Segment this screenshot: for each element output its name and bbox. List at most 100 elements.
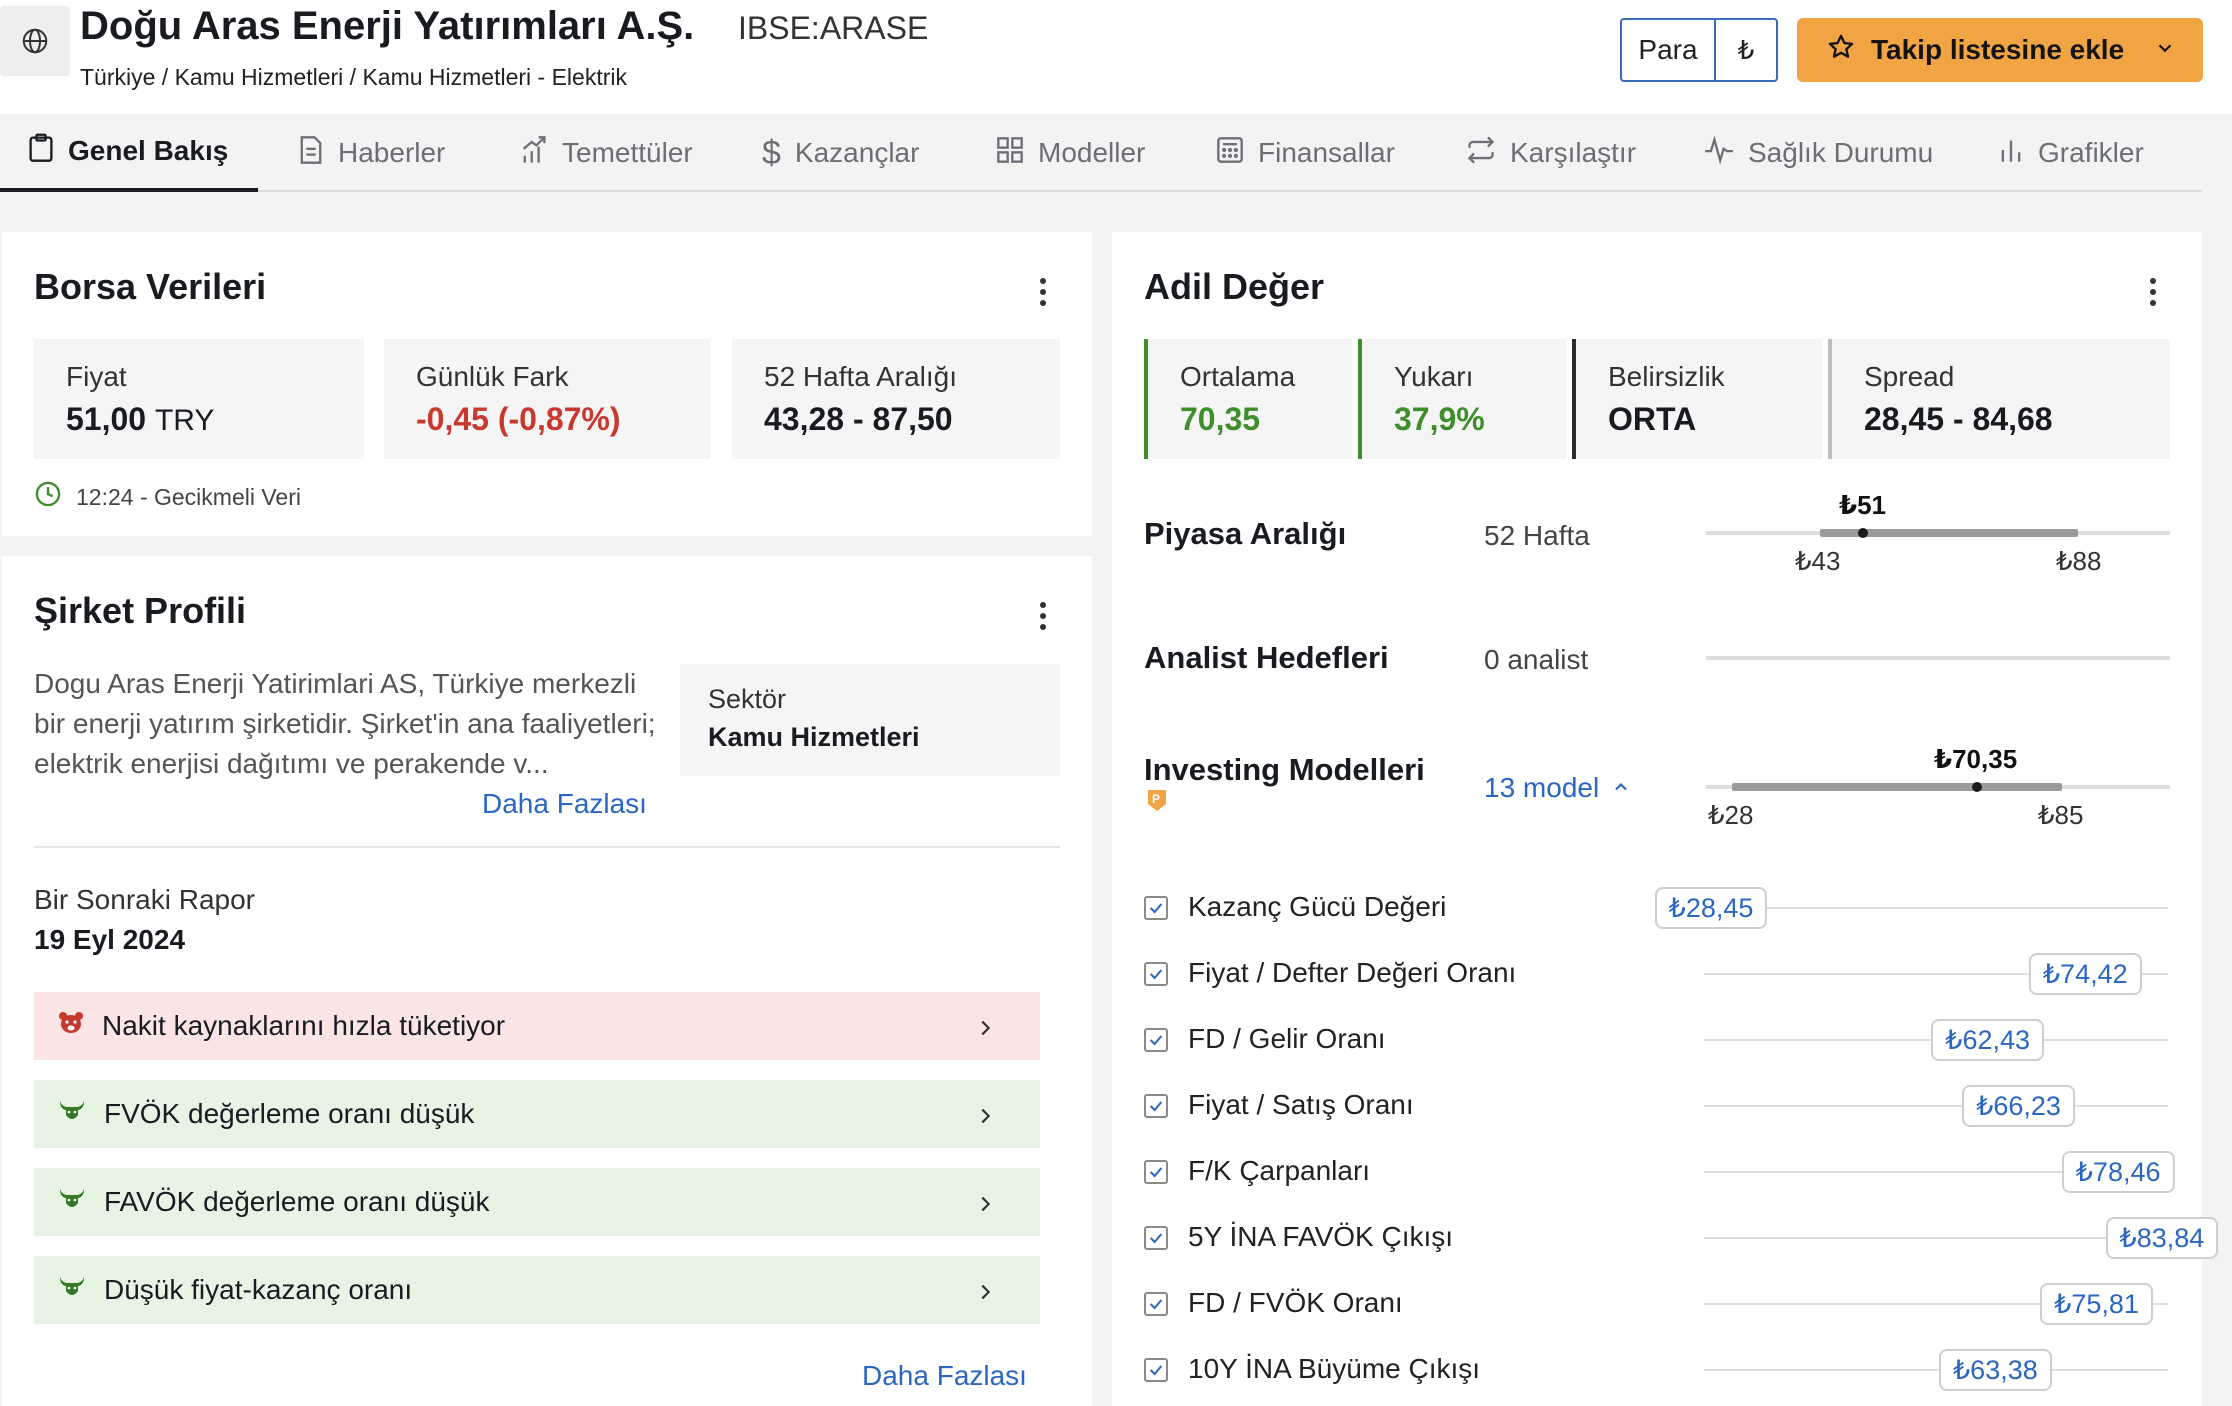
signal-item[interactable]: Düşük fiyat-kazanç oranı bbox=[34, 1256, 1040, 1324]
model-name: FD / Gelir Oranı bbox=[1188, 1023, 1386, 1054]
tab-finansallar[interactable]: Finansallar bbox=[1216, 114, 1395, 192]
model-track bbox=[1704, 907, 2168, 909]
model-row: Kazanç Gücü Değeri ₺28,45 bbox=[1144, 883, 2174, 933]
model-name: F/K Çarpanları bbox=[1188, 1155, 1371, 1186]
signal-item[interactable]: FAVÖK değerleme oranı düşük bbox=[34, 1168, 1040, 1236]
tab-kazanclar[interactable]: $ Kazançlar bbox=[762, 114, 919, 192]
chevron-right-icon bbox=[974, 1102, 996, 1134]
uncertainty-value: ORTA bbox=[1608, 401, 1697, 437]
description-more-link[interactable]: Daha Fazlası bbox=[482, 788, 647, 820]
more-options-icon[interactable] bbox=[1040, 602, 1048, 635]
models-average-marker bbox=[1972, 782, 1982, 792]
models-average-label: ₺70,35 bbox=[1934, 744, 2018, 774]
tab-label: Modeller bbox=[1038, 137, 1146, 168]
daily-change-label: Günlük Fark bbox=[416, 361, 569, 392]
globe-icon bbox=[0, 6, 70, 76]
chevron-right-icon bbox=[974, 1190, 996, 1222]
models-count: 13 model bbox=[1484, 772, 1600, 803]
tab-saglik-durumu[interactable]: Sağlık Durumu bbox=[1704, 114, 1933, 192]
currency-symbol[interactable]: ₺ bbox=[1716, 20, 1776, 80]
clock-icon bbox=[34, 480, 62, 514]
signals-more-link[interactable]: Daha Fazlası bbox=[862, 1360, 1027, 1392]
bull-icon bbox=[58, 1098, 86, 1130]
model-row: 10Y İNA Büyüme Çıkışı ₺63,38 bbox=[1144, 1345, 2174, 1395]
price-value: 51,00 TRY bbox=[66, 401, 214, 438]
model-value-pill: ₺75,81 bbox=[2040, 1283, 2153, 1325]
tab-modeller[interactable]: Modeller bbox=[996, 114, 1145, 192]
model-row: F/K Çarpanları ₺78,46 bbox=[1144, 1147, 2175, 1197]
add-to-watchlist-button[interactable]: Takip listesine ekle bbox=[1797, 18, 2203, 82]
week-range-box: 52 Hafta Aralığı 43,28 - 87,50 bbox=[732, 339, 1060, 459]
check-icon bbox=[1149, 1101, 1163, 1112]
daily-change-value: -0,45 (-0,87%) bbox=[416, 401, 621, 437]
check-icon bbox=[1149, 1299, 1163, 1310]
page-header: Doğu Aras Enerji Yatırımları A.Ş. IBSE:A… bbox=[0, 0, 2232, 114]
daily-change-box: Günlük Fark -0,45 (-0,87%) bbox=[384, 339, 710, 459]
tab-label: Karşılaştır bbox=[1510, 137, 1637, 168]
tab-label: Genel Bakış bbox=[68, 135, 229, 166]
tab-grafikler[interactable]: Grafikler bbox=[1998, 114, 2144, 192]
tab-label: Haberler bbox=[338, 137, 446, 168]
currency-label[interactable]: Para bbox=[1622, 20, 1716, 80]
delay-text: 12:24 - Gecikmeli Veri bbox=[76, 483, 301, 510]
sector-value[interactable]: Kamu Hizmetleri bbox=[708, 722, 920, 753]
more-options-icon[interactable] bbox=[1040, 278, 1048, 311]
breadcrumb[interactable]: Türkiye / Kamu Hizmetleri / Kamu Hizmetl… bbox=[80, 64, 627, 91]
model-row: FD / FVÖK Oranı ₺75,81 bbox=[1144, 1279, 2174, 1329]
model-checkbox[interactable] bbox=[1144, 962, 1168, 986]
model-name: Kazanç Gücü Değeri bbox=[1188, 891, 1447, 922]
chevron-up-icon bbox=[1611, 772, 1631, 804]
price-currency: TRY bbox=[154, 404, 215, 437]
models-high-label: ₺85 bbox=[2038, 800, 2084, 830]
range-low-label: ₺43 bbox=[1795, 546, 1841, 576]
model-value-pill: ₺74,42 bbox=[2028, 953, 2142, 995]
spread-value: 28,45 - 84,68 bbox=[1864, 401, 2053, 437]
tab-temettuler[interactable]: Temettüler bbox=[520, 114, 693, 192]
signal-text: Düşük fiyat-kazanç oranı bbox=[104, 1274, 413, 1305]
tab-haberler[interactable]: Haberler bbox=[298, 114, 445, 192]
upside-value: 37,9% bbox=[1394, 401, 1485, 437]
chevron-down-icon[interactable] bbox=[2154, 34, 2176, 66]
signal-item[interactable]: FVÖK değerleme oranı düşük bbox=[34, 1080, 1040, 1148]
tab-bar: Genel Bakış Haberler Temettüler $ Kazanç… bbox=[0, 114, 2202, 192]
more-options-icon[interactable] bbox=[2150, 278, 2158, 311]
uncertainty-box: Belirsizlik ORTA bbox=[1572, 339, 1822, 459]
watchlist-label: Takip listesine ekle bbox=[1871, 34, 2125, 65]
check-icon bbox=[1149, 1365, 1163, 1376]
model-track bbox=[1704, 1237, 2168, 1239]
tab-label: Finansallar bbox=[1258, 137, 1395, 168]
analyst-targets-label: Analist Hedefleri bbox=[1144, 640, 1389, 675]
uncertainty-label: Belirsizlik bbox=[1608, 361, 1725, 392]
model-checkbox[interactable] bbox=[1144, 1358, 1168, 1382]
signal-item[interactable]: Nakit kaynaklarını hızla tüketiyor bbox=[34, 992, 1040, 1060]
model-checkbox[interactable] bbox=[1144, 1226, 1168, 1250]
model-value-pill: ₺66,23 bbox=[1962, 1085, 2075, 1127]
dollar-icon: $ bbox=[762, 133, 781, 172]
description-line: bir enerji yatırım şirketidir. Şirket'in… bbox=[34, 708, 656, 739]
tab-label: Sağlık Durumu bbox=[1748, 137, 1934, 168]
clipboard-icon bbox=[28, 133, 54, 170]
tab-genel-bakis[interactable]: Genel Bakış bbox=[0, 114, 258, 192]
average-box: Ortalama 70,35 bbox=[1144, 339, 1352, 459]
market-range-label: Piyasa Aralığı bbox=[1144, 516, 1347, 551]
model-checkbox[interactable] bbox=[1144, 1160, 1168, 1184]
models-toggle[interactable]: 13 model bbox=[1484, 772, 1631, 804]
description-line: Dogu Aras Enerji Yatirimlari AS, Türkiye… bbox=[34, 668, 637, 699]
model-checkbox[interactable] bbox=[1144, 1292, 1168, 1316]
model-checkbox[interactable] bbox=[1144, 1094, 1168, 1118]
spread-box: Spread 28,45 - 84,68 bbox=[1828, 339, 2170, 459]
model-name: Fiyat / Satış Oranı bbox=[1188, 1089, 1414, 1120]
model-checkbox[interactable] bbox=[1144, 896, 1168, 920]
check-icon bbox=[1149, 1167, 1163, 1178]
model-row: 5Y İNA FAVÖK Çıkışı ₺83,84 bbox=[1144, 1213, 2219, 1263]
model-checkbox[interactable] bbox=[1144, 1028, 1168, 1052]
bar-chart-icon bbox=[1998, 136, 2024, 171]
data-delay-note: 12:24 - Gecikmeli Veri bbox=[34, 480, 301, 514]
model-row: FD / Gelir Oranı ₺62,43 bbox=[1144, 1015, 2174, 1065]
description-line: elektrik enerjisi dağıtımı ve perakende … bbox=[34, 748, 549, 779]
company-profile-title: Şirket Profili bbox=[34, 590, 247, 631]
tab-karsilastir[interactable]: Karşılaştır bbox=[1466, 114, 1636, 192]
currency-selector[interactable]: Para ₺ bbox=[1620, 18, 1778, 82]
grid-icon bbox=[996, 136, 1024, 171]
fair-value-title: Adil Değer bbox=[1144, 266, 1325, 307]
